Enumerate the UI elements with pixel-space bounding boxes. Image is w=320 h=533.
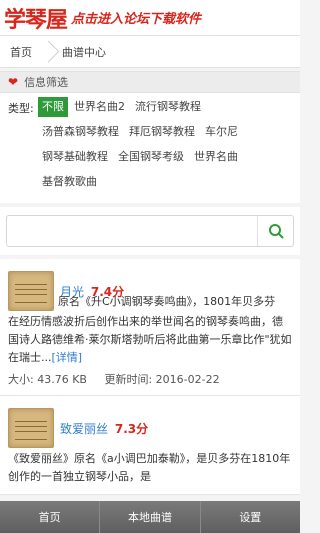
nav-local-scores-button[interactable]: 本地曲谱	[100, 501, 201, 533]
type-label: 类型:	[8, 102, 34, 115]
type-tag-world-classics-2[interactable]: 世界名曲2	[70, 97, 129, 117]
nav-settings-button[interactable]: 设置	[200, 501, 300, 533]
type-tag-pop-piano[interactable]: 流行钢琴教程	[131, 97, 205, 117]
type-tag-world-classics[interactable]: 世界名曲	[190, 147, 242, 167]
search-input[interactable]	[7, 216, 257, 246]
song-description-lead: 原名《升C小调钢琴奏鸣曲》，1801年贝多芬	[58, 295, 276, 308]
filter-panel: 类型: 不限 世界名曲2 流行钢琴教程 汤普森钢琴教程 拜厄钢琴教程 车尔尼 钢…	[0, 93, 300, 203]
detail-link[interactable]: [详情]	[52, 351, 83, 364]
heart-icon: ❤	[8, 75, 19, 89]
bottom-nav: 首页 本地曲谱 设置	[0, 501, 300, 533]
search-button[interactable]	[257, 216, 293, 246]
song-description-rest-block: 在经历情感波折后创作出来的举世闻名的钢琴奏鸣曲，德国诗人路德维希·莱尔斯塔勃听后…	[8, 313, 292, 367]
song-score: 7.3分	[114, 421, 149, 436]
type-tag-list: 不限 世界名曲2 流行钢琴教程 汤普森钢琴教程 拜厄钢琴教程 车尔尼 钢琴基础教…	[38, 97, 288, 197]
search-box	[6, 215, 294, 247]
type-tag-thompson[interactable]: 汤普森钢琴教程	[38, 122, 123, 142]
forum-download-link[interactable]: 点击进入论坛下载软件	[71, 8, 201, 27]
breadcrumb: 首页 曲谱中心	[0, 36, 300, 68]
app-banner[interactable]: 学琴屋 点击进入论坛下载软件	[0, 0, 300, 36]
breadcrumb-current: 曲谱中心	[62, 45, 106, 59]
type-tag-beyer[interactable]: 拜厄钢琴教程	[125, 122, 199, 142]
search-icon	[268, 224, 283, 239]
file-size: 大小: 43.76 KB	[8, 373, 87, 386]
type-tag-christian-songs[interactable]: 基督教歌曲	[38, 172, 101, 192]
list-item[interactable]: 月光 7.4分 原名《升C小调钢琴奏鸣曲》，1801年贝多芬 在经历情感波折后创…	[0, 259, 300, 396]
song-description-text: 《致爱丽丝》原名《a小调巴加泰勒》，是贝多芬在1810年创作的一首独立钢琴小品，…	[8, 452, 291, 483]
breadcrumb-home[interactable]: 首页	[0, 36, 42, 68]
type-tag-all[interactable]: 不限	[38, 97, 68, 117]
song-description: 《致爱丽丝》原名《a小调巴加泰勒》，是贝多芬在1810年创作的一首独立钢琴小品，…	[8, 450, 292, 486]
app-logo: 学琴屋	[4, 6, 68, 33]
breadcrumb-separator-icon	[42, 36, 52, 68]
song-title[interactable]: 致爱丽丝	[60, 422, 108, 436]
filter-heading: 信息筛选	[24, 76, 69, 89]
type-tag-piano-basics[interactable]: 钢琴基础教程	[38, 147, 112, 167]
update-time: 更新时间: 2016-02-22	[104, 373, 220, 386]
filter-header: ❤ 信息筛选	[0, 71, 300, 93]
sheet-music-thumbnail	[8, 408, 54, 448]
sheet-music-thumbnail	[8, 271, 54, 311]
song-list: 月光 7.4分 原名《升C小调钢琴奏鸣曲》，1801年贝多芬 在经历情感波折后创…	[0, 259, 300, 495]
search-bar	[0, 207, 300, 255]
type-tag-grade-exam[interactable]: 全国钢琴考级	[114, 147, 188, 167]
nav-home-button[interactable]: 首页	[0, 501, 101, 533]
song-meta: 大小: 43.76 KB 更新时间: 2016-02-22	[8, 371, 292, 387]
list-item[interactable]: 致爱丽丝 7.3分 《致爱丽丝》原名《a小调巴加泰勒》，是贝多芬在1810年创作…	[0, 396, 300, 495]
type-tag-czerny[interactable]: 车尔尼	[201, 122, 242, 142]
